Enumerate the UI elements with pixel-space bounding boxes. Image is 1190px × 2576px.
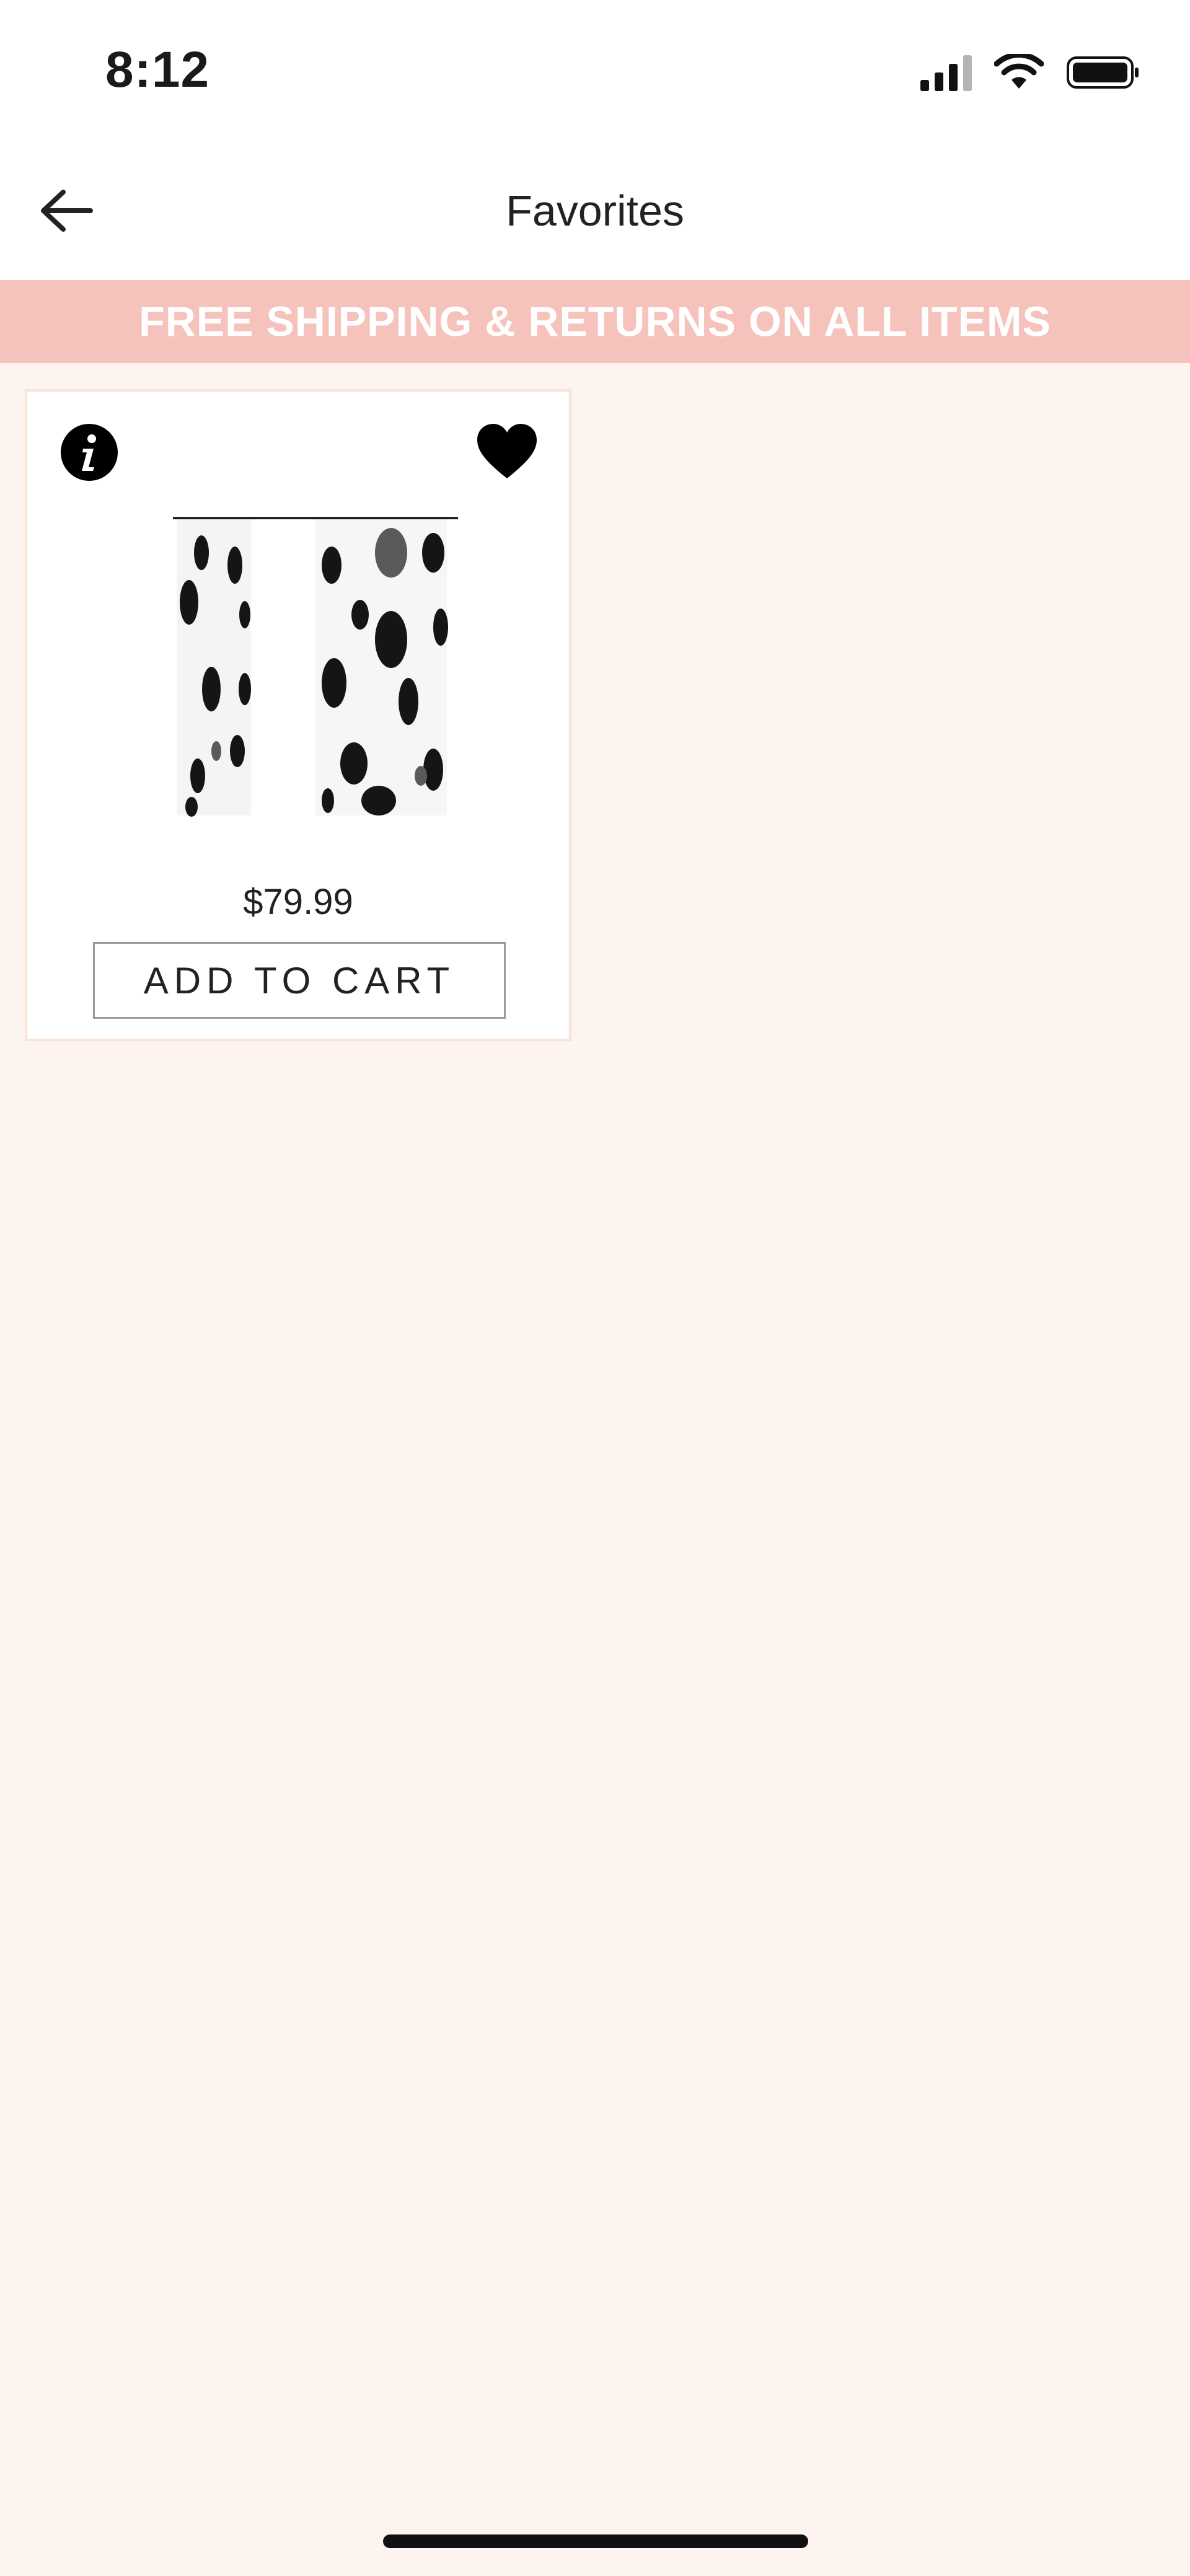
page-title: Favorites xyxy=(506,187,684,235)
navigation-bar: Favorites xyxy=(0,143,1190,280)
product-info-button[interactable] xyxy=(60,423,119,482)
info-icon xyxy=(61,424,118,481)
status-time: 8:12 xyxy=(105,42,210,98)
product-price: $79.99 xyxy=(243,882,353,922)
status-icons xyxy=(920,51,1140,94)
promo-banner: FREE SHIPPING & RETURNS ON ALL ITEMS xyxy=(0,280,1190,363)
product-image-curtains xyxy=(173,517,458,817)
wifi-icon xyxy=(994,54,1044,89)
heart-filled-icon xyxy=(477,424,537,478)
favorites-screen: 8:12 Favorites FREE SHIPPING & RETURNS O… xyxy=(0,0,1190,2576)
battery-icon xyxy=(1067,56,1139,89)
status-bar: 8:12 xyxy=(0,0,1190,143)
promo-text: FREE SHIPPING & RETURNS ON ALL ITEMS xyxy=(139,298,1051,345)
product-card[interactable]: $79.99 ADD TO CART xyxy=(25,389,571,1041)
favorite-toggle-button[interactable] xyxy=(476,423,538,482)
signal-icon xyxy=(920,54,972,91)
add-to-cart-button[interactable]: ADD TO CART xyxy=(93,942,506,1019)
home-indicator[interactable] xyxy=(383,2534,808,2548)
